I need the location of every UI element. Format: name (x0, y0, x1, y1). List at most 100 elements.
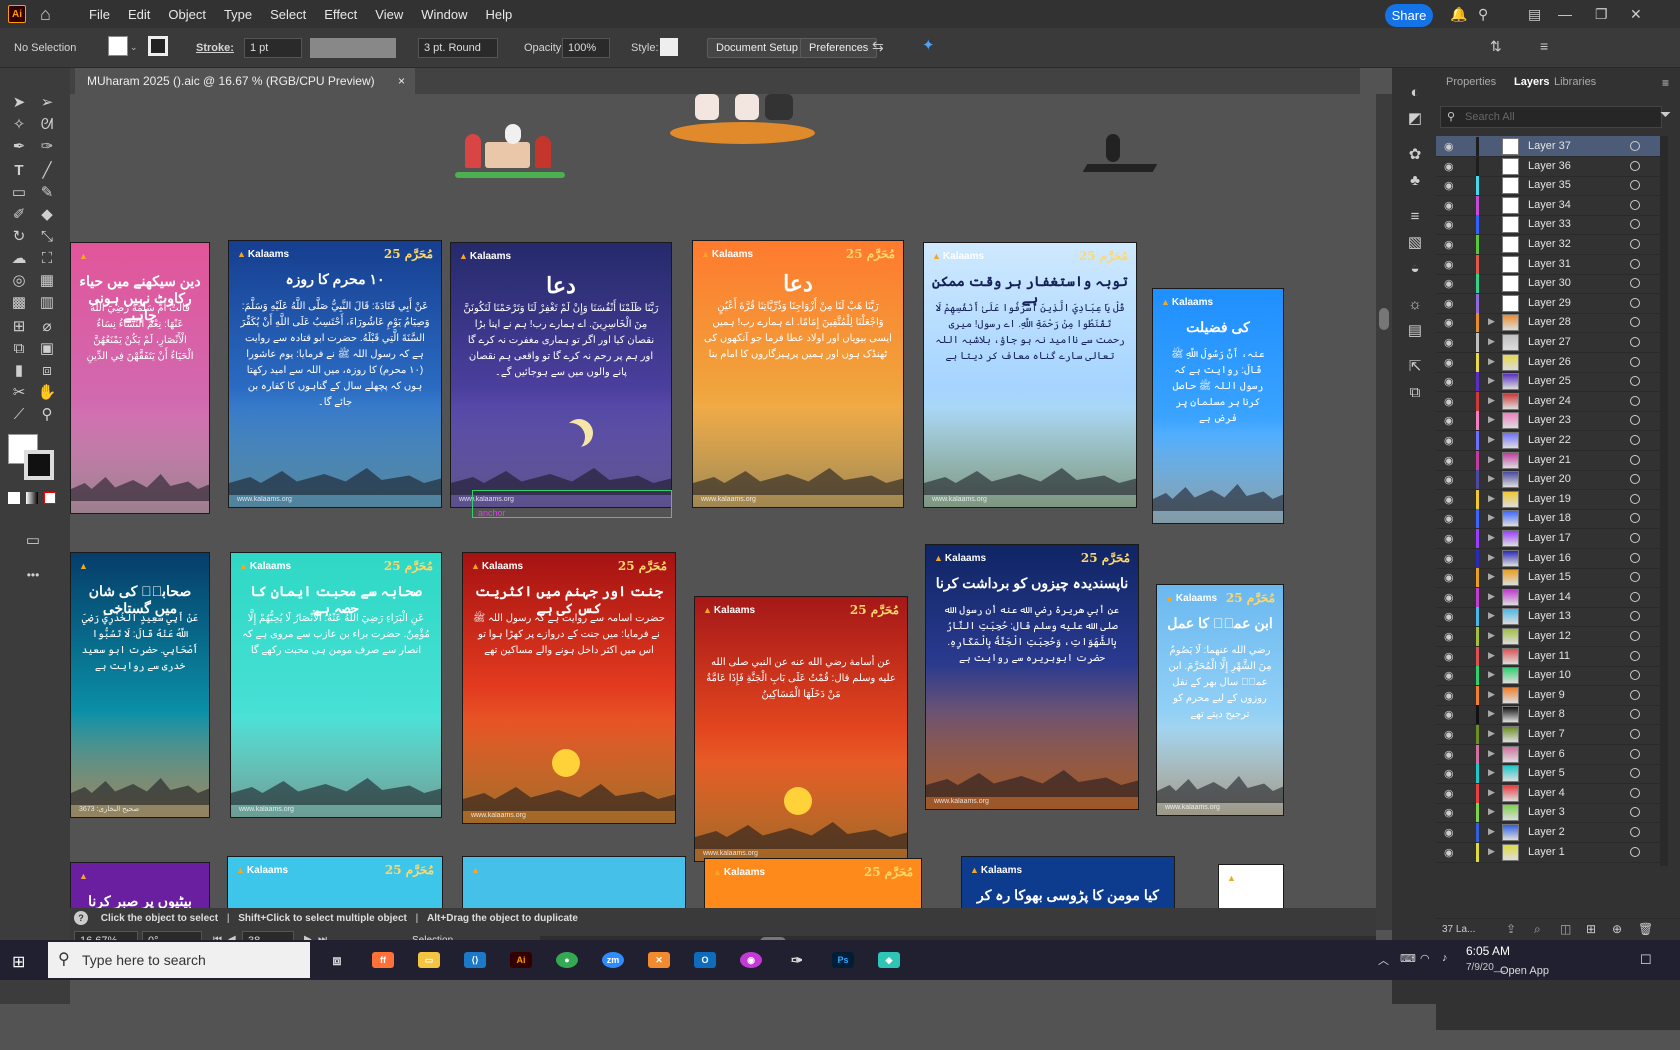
pen-app-icon[interactable]: ✑ (786, 952, 808, 968)
gradient-mode-icon[interactable] (26, 492, 38, 504)
file-explorer-icon[interactable]: ▭ (418, 952, 440, 968)
stroke-weight-input[interactable]: 1 pt (244, 38, 302, 58)
layer-row[interactable]: ◉ ▶ Layer 28 (1436, 312, 1660, 334)
graph-tool-icon[interactable]: ▮ (8, 360, 30, 382)
paintbrush-icon[interactable]: ✎ (36, 182, 58, 204)
expand-arrow-icon[interactable]: ▶ (1488, 728, 1495, 739)
artboard-tool-icon[interactable]: ⧈ (36, 360, 58, 382)
zoom-icon[interactable]: zm (602, 952, 624, 968)
layer-row[interactable]: ◉ ▶ Layer 3 (1436, 802, 1660, 824)
menu-object[interactable]: Object (159, 7, 215, 22)
expand-arrow-icon[interactable]: ▶ (1488, 552, 1495, 563)
menu-window[interactable]: Window (412, 7, 476, 22)
open-app-link[interactable]: Open App (1500, 965, 1549, 977)
target-circle-icon[interactable] (1630, 709, 1640, 720)
layer-row[interactable]: ◉ ▶ Layer 20 (1436, 469, 1660, 491)
restore-icon[interactable]: ❐ (1595, 6, 1608, 23)
target-circle-icon[interactable] (1630, 689, 1640, 700)
menu-help[interactable]: Help (476, 7, 521, 22)
expand-arrow-icon[interactable]: ▶ (1488, 689, 1495, 700)
lasso-icon[interactable]: ᘛ (36, 114, 58, 136)
blend-icon[interactable]: ⧉ (8, 338, 30, 360)
stroke-color-swatch[interactable] (24, 450, 54, 480)
stroke-swatch[interactable] (148, 36, 168, 56)
photoshop-icon[interactable]: Ps (832, 952, 854, 968)
layer-row[interactable]: ◉ ▶ Layer 11 (1436, 646, 1660, 667)
expand-arrow-icon[interactable]: ▶ (1488, 473, 1495, 484)
layer-row[interactable]: ◉ ▶ Layer 16 (1436, 548, 1660, 569)
eye-icon[interactable]: ◉ (1444, 375, 1454, 388)
share-button[interactable]: Share (1385, 4, 1433, 27)
layer-row[interactable]: ◉ Layer 29 (1436, 293, 1660, 314)
artboard[interactable]: Kalaams مُحَرَّم 25 (704, 858, 922, 912)
zoom-tool-icon[interactable]: ⚲ (36, 404, 58, 426)
layer-row[interactable]: ◉ ▶ Layer 18 (1436, 508, 1660, 530)
align-icon[interactable]: ⇆ (872, 38, 884, 55)
eye-icon[interactable]: ◉ (1444, 806, 1454, 819)
tray-chevron-icon[interactable]: ︿ (1378, 952, 1389, 968)
edit-toolbar-icon[interactable]: ••• (22, 564, 44, 586)
eye-icon[interactable]: ◉ (1444, 140, 1454, 153)
expand-arrow-icon[interactable]: ▶ (1488, 610, 1495, 621)
expand-arrow-icon[interactable]: ▶ (1488, 375, 1495, 386)
stroke-panel-icon[interactable]: ≡ (1404, 206, 1426, 228)
artboard[interactable]: Kalaams مُحَرَّم 25 دعا رَبَّنَا هَبْ لَنَا… (692, 240, 904, 508)
opacity-input[interactable]: 100% (562, 38, 610, 58)
paint-icon[interactable]: ◉ (740, 952, 762, 968)
canvas[interactable]: دین سیکھنے میں حیاء رکاوٹ نہیں ہونی چاہی… (70, 94, 1376, 994)
expand-arrow-icon[interactable]: ▶ (1488, 630, 1495, 641)
eye-icon[interactable]: ◉ (1444, 218, 1454, 231)
target-circle-icon[interactable] (1630, 846, 1640, 857)
eye-icon[interactable]: ◉ (1444, 199, 1454, 212)
layer-row[interactable]: ◉ ▶ Layer 5 (1436, 763, 1660, 785)
minimize-icon[interactable]: — (1558, 6, 1572, 22)
gradient-icon[interactable]: ▥ (36, 292, 58, 314)
target-circle-icon[interactable] (1630, 435, 1640, 445)
panel-menu-icon[interactable]: ≡ (1540, 38, 1548, 54)
new-layer-icon[interactable]: ⊕ (1612, 922, 1622, 936)
eye-icon[interactable]: ◉ (1444, 238, 1454, 251)
eye-icon[interactable]: ◉ (1444, 571, 1454, 584)
target-circle-icon[interactable] (1630, 827, 1640, 837)
perspective-grid-icon[interactable]: ▩ (8, 292, 30, 314)
app-icon[interactable]: ◆ (878, 952, 900, 968)
expand-arrow-icon[interactable]: ▶ (1488, 316, 1495, 327)
layer-row[interactable]: ◉ Layer 31 (1436, 254, 1660, 275)
tab-layers[interactable]: Layers (1514, 76, 1549, 88)
expand-arrow-icon[interactable]: ▶ (1488, 787, 1495, 798)
xampp-icon[interactable]: ✕ (648, 952, 670, 968)
artboard[interactable]: Kalaams مُحَرَّم 25 ابن عمرؓ کا عمل رضي الل… (1156, 584, 1284, 816)
expand-arrow-icon[interactable]: ▶ (1488, 669, 1495, 680)
shaper-icon[interactable]: ✐ (8, 204, 30, 226)
gradient-panel-icon[interactable]: ▧ (1404, 232, 1426, 254)
eye-icon[interactable]: ◉ (1444, 395, 1454, 408)
chevron-down-icon[interactable]: ⌄ (130, 42, 138, 53)
expand-arrow-icon[interactable]: ▶ (1488, 395, 1495, 406)
eye-icon[interactable]: ◉ (1444, 787, 1454, 800)
locate-object-icon[interactable]: ⌕ (1534, 922, 1541, 937)
layer-row[interactable]: ◉ Layer 35 (1436, 175, 1660, 197)
target-circle-icon[interactable] (1630, 474, 1640, 485)
eye-icon[interactable]: ◉ (1444, 610, 1454, 623)
layer-row[interactable]: ◉ ▶ Layer 4 (1436, 783, 1660, 804)
target-circle-icon[interactable] (1630, 513, 1640, 524)
expand-arrow-icon[interactable]: ▶ (1488, 414, 1495, 425)
layer-row[interactable]: ◉ ▶ Layer 17 (1436, 528, 1660, 549)
layer-row[interactable]: ◉ Layer 34 (1436, 195, 1660, 216)
layer-row[interactable]: ◉ ▶ Layer 7 (1436, 724, 1660, 745)
target-circle-icon[interactable] (1630, 591, 1640, 602)
layer-row[interactable]: ◉ ▶ Layer 19 (1436, 489, 1660, 510)
menu-file[interactable]: File (80, 7, 119, 22)
artboard[interactable]: Kalaams مُحَرَّم 25 ناپسندیدہ چیزوں کو برد… (925, 544, 1139, 810)
expand-arrow-icon[interactable]: ▶ (1488, 591, 1495, 602)
artboard[interactable] (1218, 864, 1284, 912)
home-icon[interactable]: ⌂ (40, 5, 60, 23)
knife-icon[interactable]: ⟋ (8, 404, 30, 426)
target-circle-icon[interactable] (1630, 395, 1640, 406)
target-circle-icon[interactable] (1630, 219, 1640, 230)
eye-icon[interactable]: ◉ (1444, 297, 1454, 310)
type-tool-icon[interactable]: T (8, 160, 30, 182)
illustrator-icon[interactable]: Ai (510, 952, 532, 968)
volume-icon[interactable]: ♪ (1442, 952, 1448, 964)
eye-icon[interactable]: ◉ (1444, 650, 1454, 663)
